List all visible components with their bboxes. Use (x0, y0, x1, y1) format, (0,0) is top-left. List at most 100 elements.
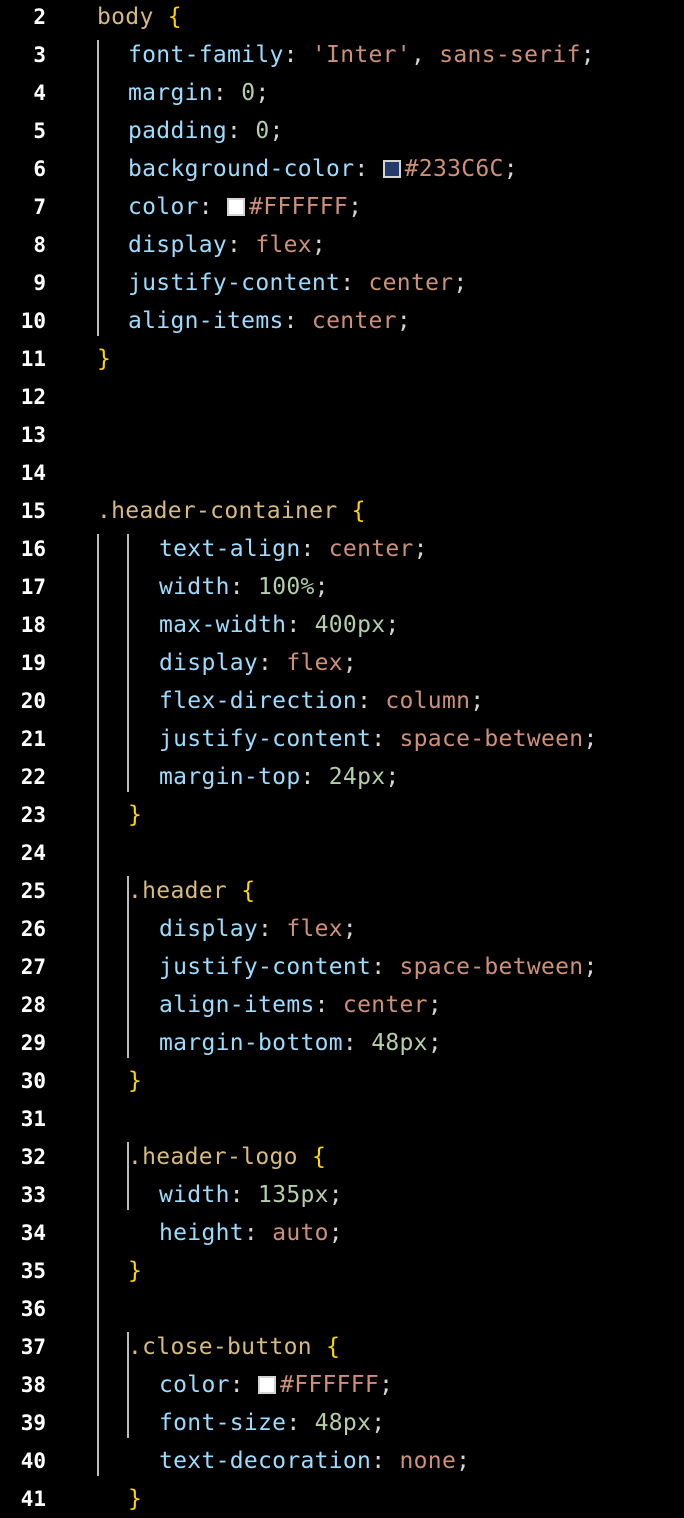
line-number: 7 (33, 195, 46, 219)
code-line[interactable]: 14 (0, 454, 684, 492)
line-number: 32 (20, 1145, 46, 1169)
code-line[interactable]: 32 .header-logo { (0, 1138, 684, 1176)
line-number: 40 (20, 1449, 46, 1473)
code-line[interactable]: 3 font-family: 'Inter', sans-serif; (0, 36, 684, 74)
code-text: max-width: 400px; (159, 606, 400, 644)
code-line[interactable]: 19 display: flex; (0, 644, 684, 682)
token-brace: { (351, 498, 366, 524)
line-number: 30 (20, 1069, 46, 1093)
code-line[interactable]: 22 margin-top: 24px; (0, 758, 684, 796)
token-brace: { (311, 1144, 327, 1170)
code-line[interactable]: 21 justify-content: space-between; (0, 720, 684, 758)
token-num: 24px (328, 764, 386, 790)
token-val: flex (286, 916, 343, 942)
code-line[interactable]: 30} (0, 1062, 684, 1100)
code-text: margin-bottom: 48px; (159, 1024, 442, 1062)
code-line[interactable]: 6 background-color: #233C6C; (0, 150, 684, 188)
token-punc: ; (396, 308, 411, 334)
code-line[interactable]: 2 body { (0, 0, 684, 36)
code-line[interactable]: 37 .close-button { (0, 1328, 684, 1366)
code-line[interactable]: 41} (0, 1480, 684, 1518)
code-line[interactable]: 36 (0, 1290, 684, 1328)
code-text: align-items: center; (128, 302, 411, 340)
token-val: flex (286, 650, 343, 676)
code-line[interactable]: 33 width: 135px; (0, 1176, 684, 1214)
code-line[interactable]: 7 color: #FFFFFF; (0, 188, 684, 226)
token-prop: margin-top (159, 764, 301, 790)
code-line[interactable]: 35} (0, 1252, 684, 1290)
line-number: 26 (20, 917, 46, 941)
code-line[interactable]: 16 text-align: center; (0, 530, 684, 568)
code-line[interactable]: 26 display: flex; (0, 910, 684, 948)
color-swatch-icon[interactable] (382, 160, 401, 178)
code-line[interactable]: 40 text-decoration: none; (0, 1442, 684, 1480)
color-swatch-icon[interactable] (227, 198, 246, 216)
code-line[interactable]: 13 (0, 416, 684, 454)
token-val: 'Inter' (311, 42, 411, 68)
code-line[interactable]: 27 justify-content: space-between; (0, 948, 684, 986)
code-text: text-align: center; (159, 530, 428, 568)
code-line[interactable]: 10 align-items: center; (0, 302, 684, 340)
code-editor[interactable]: 2 body {3 font-family: 'Inter', sans-serif… (0, 0, 684, 1514)
code-line[interactable]: 11} (0, 340, 684, 378)
code-line[interactable]: 28 align-items: center; (0, 986, 684, 1024)
code-line[interactable]: 24 (0, 834, 684, 872)
code-text: .header-container { (97, 492, 366, 530)
token-punc: : (258, 916, 287, 942)
code-line[interactable]: 25 .header { (0, 872, 684, 910)
code-line[interactable]: 20 flex-direction: column; (0, 682, 684, 720)
line-number: 23 (20, 803, 46, 827)
token-punc: ; (269, 118, 284, 144)
code-line[interactable]: 29 margin-bottom: 48px; (0, 1024, 684, 1062)
token-punc: ; (583, 726, 598, 752)
token-num: 48px (371, 1030, 428, 1056)
line-number: 4 (33, 81, 46, 105)
token-punc: : (227, 232, 256, 258)
code-line[interactable]: 18 max-width: 400px; (0, 606, 684, 644)
token-val: auto (272, 1220, 329, 1246)
token-val: space-between (399, 954, 584, 980)
code-text: margin: 0; (128, 74, 270, 112)
line-number: 20 (20, 689, 46, 713)
token-prop: font-family (128, 42, 284, 68)
code-line[interactable]: 31 (0, 1100, 684, 1138)
token-brace: } (97, 346, 112, 372)
token-sel: .close-button (128, 1334, 312, 1360)
token-prop: width (159, 574, 230, 600)
code-line[interactable]: 39 font-size: 48px; (0, 1404, 684, 1442)
color-swatch-icon[interactable] (258, 1376, 277, 1394)
code-text: display: flex; (159, 644, 357, 682)
code-line[interactable]: 38 color: #FFFFFF; (0, 1366, 684, 1404)
code-line[interactable]: 17 width: 100%; (0, 568, 684, 606)
token-punc: : (314, 992, 343, 1018)
code-line[interactable]: 34 height: auto; (0, 1214, 684, 1252)
code-line[interactable]: 8 display: flex; (0, 226, 684, 264)
token-punc: : (283, 308, 312, 334)
token-num: 100% (258, 574, 315, 600)
code-line[interactable]: 15 .header-container { (0, 492, 684, 530)
token-prop: display (159, 650, 259, 676)
code-text: } (128, 1062, 142, 1100)
line-number: 3 (33, 43, 46, 67)
code-text: align-items: center; (159, 986, 442, 1024)
token-punc: : (371, 954, 400, 980)
token-sel: .header-logo (128, 1144, 298, 1170)
token-prop: justify-content (159, 726, 372, 752)
code-text: } (128, 1480, 142, 1518)
token-punc: ; (255, 80, 270, 106)
code-line[interactable]: 5 padding: 0; (0, 112, 684, 150)
line-number: 31 (20, 1107, 46, 1131)
code-line[interactable]: 23} (0, 796, 684, 834)
code-text: margin-top: 24px; (159, 758, 400, 796)
code-line[interactable]: 9 justify-content: center; (0, 264, 684, 302)
code-line[interactable]: 4 margin: 0; (0, 74, 684, 112)
line-number: 36 (20, 1297, 46, 1321)
line-number: 6 (33, 157, 46, 181)
token-val: center (311, 308, 397, 334)
token-prop: margin (128, 80, 213, 106)
code-line[interactable]: 12 (0, 378, 684, 416)
token-prop: font-size (159, 1410, 287, 1436)
code-text: .header-logo { (128, 1138, 326, 1176)
code-text: justify-content: space-between; (159, 720, 598, 758)
